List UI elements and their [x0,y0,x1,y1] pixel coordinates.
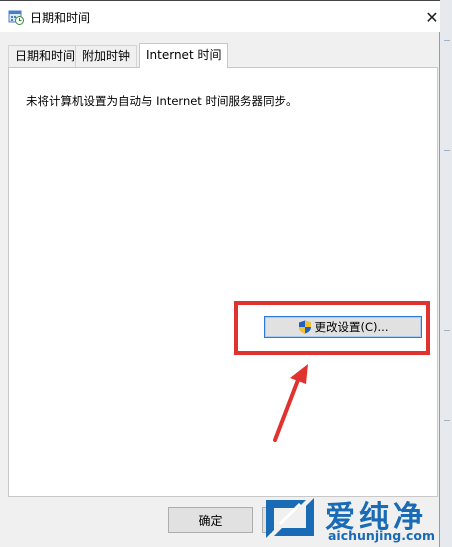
window-title: 日期和时间 [30,11,91,25]
uac-shield-icon [298,320,311,334]
tab-date-time[interactable]: 日期和时间 [8,45,83,67]
ok-button[interactable]: 确定 [168,507,253,533]
watermark-brand-url: aichunjing.com [328,528,436,543]
tab-additional-clocks[interactable]: 附加时钟 [75,45,138,67]
red-arrow-annotation [273,364,308,442]
date-time-dialog: 日期和时间 ✕ 日期和时间 附加时钟 Internet 时间 未将计算机设置为自… [0,0,440,547]
tab-panel-internet-time: 未将计算机设置为自动与 Internet 时间服务器同步。 [8,67,438,497]
watermark-logo-icon [266,498,314,538]
site-watermark: 爱纯净 aichunjing.com [262,492,450,547]
change-settings-button[interactable]: 更改设置(C)... [264,316,422,338]
background-window-edge [440,0,452,547]
sync-status-text: 未将计算机设置为自动与 Internet 时间服务器同步。 [26,94,298,108]
change-settings-label: 更改设置(C)... [314,320,389,334]
calendar-clock-icon [8,10,24,25]
tab-internet-time[interactable]: Internet 时间 [139,43,229,68]
close-icon: ✕ [425,7,439,27]
title-bar: 日期和时间 ✕ [0,0,440,32]
ok-label: 确定 [198,513,223,528]
